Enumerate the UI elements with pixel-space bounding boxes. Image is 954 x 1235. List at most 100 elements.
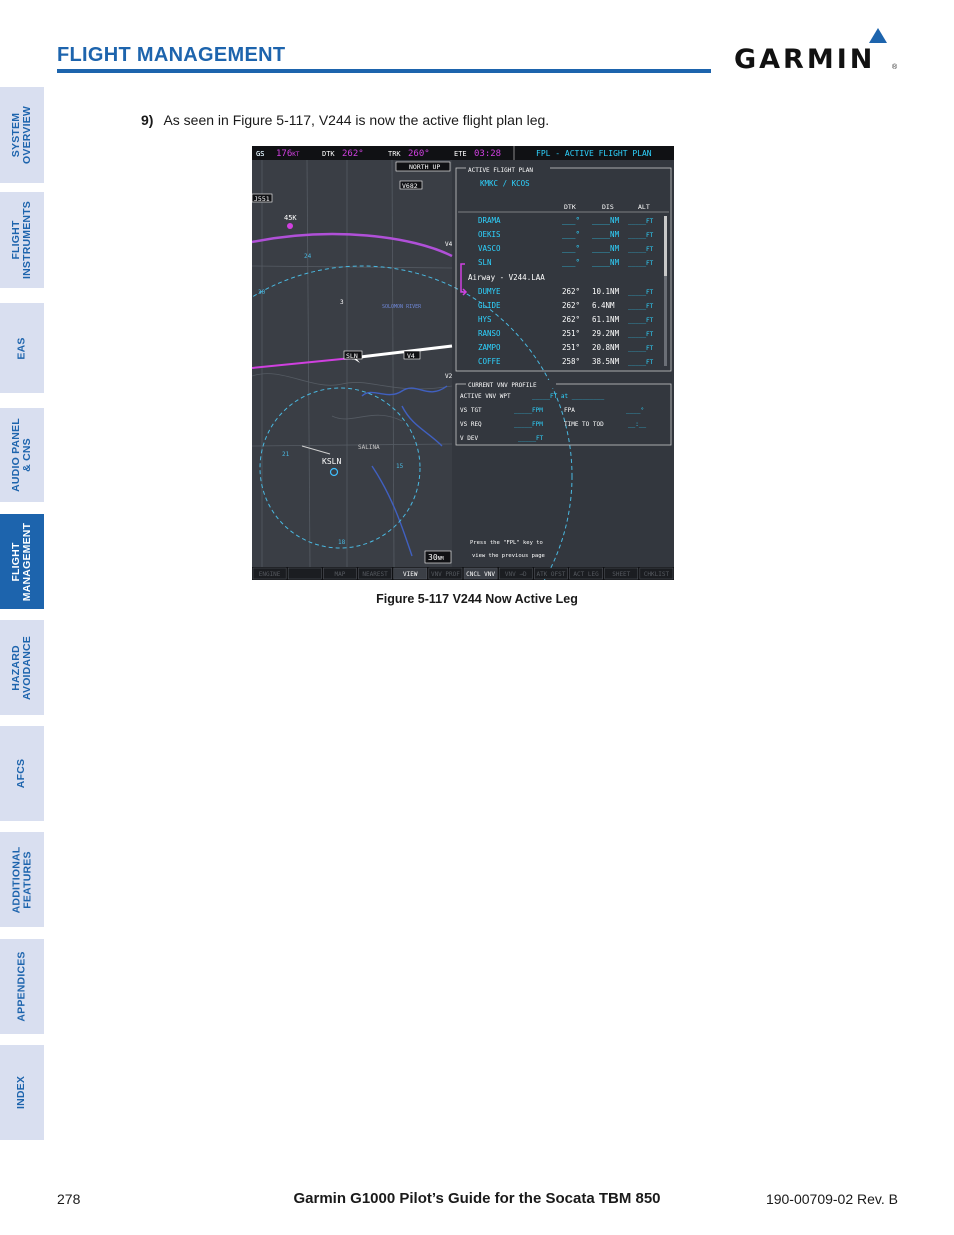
fpl-alt: _____FT xyxy=(628,260,654,267)
fpl-dtk: ___° xyxy=(562,230,580,239)
fpl-alt: _____FT xyxy=(628,218,654,225)
page-title: FPL - ACTIVE FLIGHT PLAN xyxy=(536,149,652,158)
garmin-triangle-icon xyxy=(869,28,887,43)
sidebar-tab-label: APPENDICES xyxy=(15,951,28,1022)
figure-caption: Figure 5-117 V244 Now Active Leg xyxy=(376,592,578,606)
gs-field-label: GS xyxy=(256,150,264,158)
softkey-label: MAP xyxy=(334,571,345,578)
trk-value: 260° xyxy=(408,149,430,159)
fpl-alt: _____FT xyxy=(628,317,654,324)
softkey-label: VNV PROF xyxy=(431,571,460,578)
airway-header[interactable]: Airway - V244.LAA xyxy=(468,273,545,282)
sidebar-tab-label: SYSTEM OVERVIEW xyxy=(10,105,34,165)
sidebar-tab-label: INDEX xyxy=(15,1075,28,1110)
fpl-dtk: 262° xyxy=(562,315,580,324)
vnv-vs-req-label: VS REQ xyxy=(460,421,482,428)
vnv-active-wpt-label: ACTIVE VNV WPT xyxy=(460,393,511,400)
airway-v682-label: V682 xyxy=(402,182,418,190)
prompt-line-1: Press the "FPL" key to xyxy=(470,540,543,546)
vnv-fpa-value: ____° xyxy=(626,407,644,414)
fpl-dtk: 258° xyxy=(562,357,580,366)
fpl-waypoint: COFFE xyxy=(478,357,501,366)
fpl-dtk: 251° xyxy=(562,343,580,352)
softkey-label: NEAREST xyxy=(362,571,388,578)
fpl-col-dtk: DTK xyxy=(564,203,576,211)
ete-value: 03:28 xyxy=(474,149,501,159)
softkey-label: VIEW xyxy=(403,571,418,578)
fpl-dtk: 251° xyxy=(562,329,580,338)
fpl-waypoint: RANSO xyxy=(478,329,501,338)
ring-label-21: 21 xyxy=(282,451,290,458)
fpl-dis: ____NM xyxy=(592,230,620,239)
vnv-vs-tgt-value: _____FPM xyxy=(514,407,543,414)
fpl-alt: _____FT xyxy=(628,303,654,310)
sidebar-tab-hazard-avoidance[interactable]: HAZARD AVOIDANCE xyxy=(0,620,44,715)
step-number: 9) xyxy=(141,112,154,128)
airport-icon[interactable] xyxy=(287,223,293,229)
vnv-active-wpt-value: _____FT at _________ xyxy=(532,393,605,400)
fpl-route[interactable]: KMKC / KCOS xyxy=(480,179,530,188)
vnv-vs-tgt-label: VS TGT xyxy=(460,407,482,414)
vnv-vdev-label: V DEV xyxy=(460,435,478,442)
garmin-logo: GARMIN ® xyxy=(734,26,898,76)
fpl-dis: 10.1NM xyxy=(592,287,620,296)
navigation-map[interactable] xyxy=(252,160,452,567)
fpl-waypoint: ZAMPO xyxy=(478,343,501,352)
trk-field-label: TRK xyxy=(388,150,401,158)
header-divider xyxy=(57,69,711,73)
sidebar-tab-audio-panel[interactable]: AUDIO PANEL & CNS xyxy=(0,408,44,502)
map-orientation: NORTH UP xyxy=(409,163,440,171)
airport-45k-label[interactable]: 45K xyxy=(284,214,297,222)
softkey-button[interactable] xyxy=(287,567,322,580)
fpl-dis: ____NM xyxy=(592,216,620,225)
fpl-alt: _____FT xyxy=(628,359,654,366)
fpl-dis: 61.1NM xyxy=(592,315,620,324)
fpl-col-alt: ALT xyxy=(638,203,650,211)
ksln-label[interactable]: KSLN xyxy=(322,457,341,466)
sidebar-tab-label: EAS xyxy=(15,336,28,360)
map-edge-label-v4: V4 xyxy=(445,241,453,248)
sidebar-tab-label: AUDIO PANEL & CNS xyxy=(10,418,34,492)
airway-j551-label: J551 xyxy=(254,195,270,203)
ring-label-3: 3 xyxy=(340,299,344,306)
fpl-alt: _____FT xyxy=(628,232,654,239)
ring-label-24: 24 xyxy=(304,253,312,260)
vnv-tod-label: TIME TO TOD xyxy=(564,421,604,428)
softkey-label: SHEET xyxy=(612,571,630,578)
fpl-scrollbar-thumb[interactable] xyxy=(664,216,667,276)
fpl-dis: ____NM xyxy=(592,244,620,253)
ring-label-18: 18 xyxy=(338,539,346,546)
fpl-waypoint: DUMYE xyxy=(478,287,501,296)
sln-label[interactable]: SLN xyxy=(346,352,358,360)
fpl-waypoint: VASCO xyxy=(478,244,501,253)
fpl-box-title: ACTIVE FLIGHT PLAN xyxy=(468,167,533,174)
sidebar-tab-appendices[interactable]: APPENDICES xyxy=(0,939,44,1034)
fpl-waypoint: SLN xyxy=(478,258,492,267)
fpl-col-dis: DIS xyxy=(602,203,614,211)
gs-value: 176KT xyxy=(276,149,300,159)
salina-label: SALINA xyxy=(358,444,380,451)
ete-field-label: ETE xyxy=(454,150,467,158)
softkey-label: CHKLIST xyxy=(644,571,670,578)
fpl-waypoint: HYS xyxy=(478,315,492,324)
fpl-waypoint: GLIDE xyxy=(478,301,501,310)
softkey-label: VNV →D xyxy=(505,571,527,578)
sidebar-tab-flight-instruments[interactable]: FLIGHT INSTRUMENTS xyxy=(0,192,44,288)
vnv-vdev-value: _____FT xyxy=(518,435,544,442)
softkey-label: ACT LEG xyxy=(573,571,599,578)
fpl-dis: 20.8NM xyxy=(592,343,620,352)
fpl-dis: 6.4NM xyxy=(592,301,615,310)
fpl-dtk: 262° xyxy=(562,287,580,296)
fpl-waypoint: DRAMA xyxy=(478,216,501,225)
section-title: FLIGHT MANAGEMENT xyxy=(57,44,286,66)
vnv-fpa-label: FPA xyxy=(564,407,575,414)
sidebar-tab-additional-features[interactable]: ADDITIONAL FEATURES xyxy=(0,832,44,927)
sidebar-tab-label: HAZARD AVOIDANCE xyxy=(10,635,33,700)
sidebar-tab-system-overview[interactable]: SYSTEM OVERVIEW xyxy=(0,87,44,183)
sidebar-tab-eas[interactable]: EAS xyxy=(0,303,44,393)
sidebar-tab-afcs[interactable]: AFCS xyxy=(0,726,44,821)
dtk-value: 262° xyxy=(342,149,364,159)
ring-label-30: 30 xyxy=(258,289,266,296)
softkey-label: CNCL VNV xyxy=(466,571,495,578)
sidebar-tab-index[interactable]: INDEX xyxy=(0,1045,44,1140)
